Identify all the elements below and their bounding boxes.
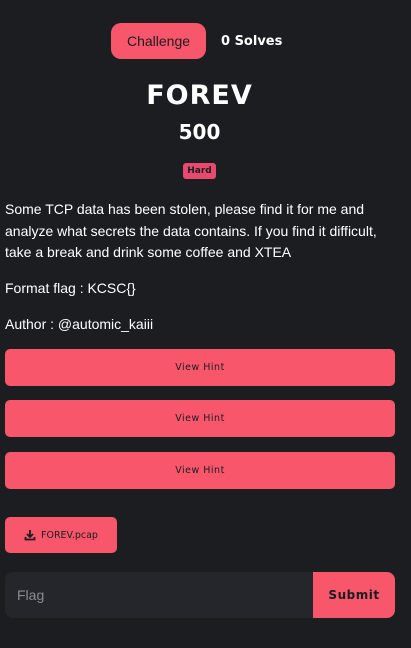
view-hint-button-3[interactable]: View Hint: [5, 452, 395, 489]
challenge-points: 500: [178, 120, 221, 144]
challenge-title: FOREV: [146, 80, 253, 111]
difficulty-badge-wrap: Hard: [0, 158, 399, 179]
flag-input[interactable]: [5, 572, 313, 618]
format-flag-text: Format flag : KCSC{}: [5, 280, 136, 296]
challenge-description: Some TCP data has been stolen, please fi…: [5, 201, 377, 260]
tab-solves[interactable]: 0 Solves: [221, 34, 282, 49]
view-hint-button-2[interactable]: View Hint: [5, 400, 395, 437]
author-text: Author : @automic_kaiii: [5, 316, 154, 332]
challenge-tabs: Challenge 0 Solves: [111, 23, 282, 59]
difficulty-badge: Hard: [183, 163, 216, 179]
download-icon: [24, 530, 36, 541]
flag-form: Submit: [5, 572, 395, 618]
file-download-button[interactable]: FOREV.pcap: [5, 517, 117, 553]
submit-button[interactable]: Submit: [313, 572, 395, 618]
tab-challenge[interactable]: Challenge: [111, 23, 206, 59]
file-name: FOREV.pcap: [41, 529, 98, 541]
view-hint-button-1[interactable]: View Hint: [5, 349, 395, 386]
